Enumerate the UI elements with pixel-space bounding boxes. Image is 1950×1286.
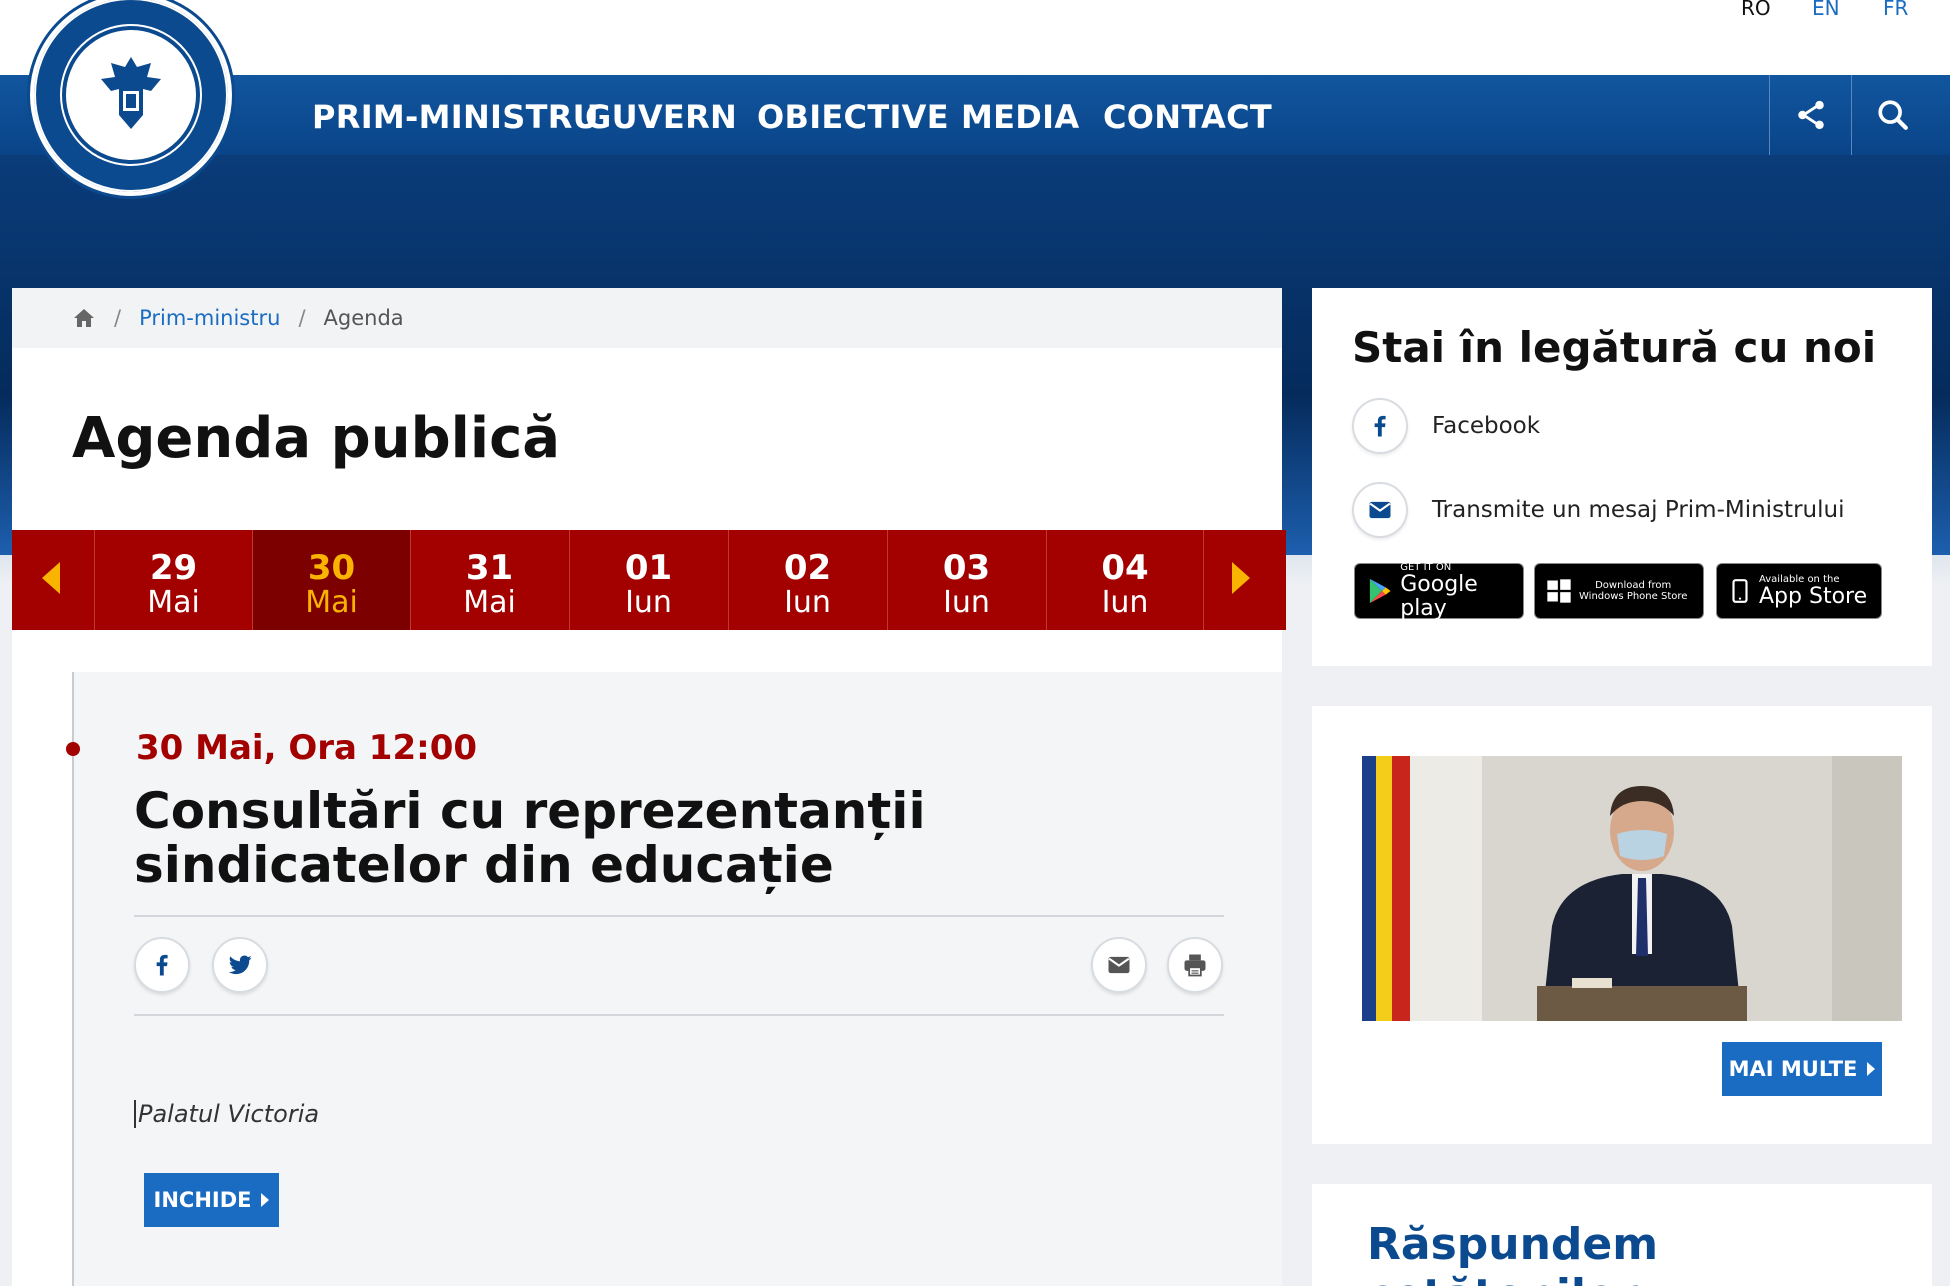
answer-citizens-card: Răspundem cetățenilor xyxy=(1312,1184,1932,1286)
lang-fr[interactable]: FR xyxy=(1883,0,1908,20)
date-04-iun[interactable]: 04 Iun xyxy=(1046,530,1204,630)
message-pm-link[interactable]: Transmite un mesaj Prim-Ministrului xyxy=(1352,482,1844,538)
government-logo[interactable] xyxy=(30,0,232,196)
date-month: Iun xyxy=(625,585,672,620)
connect-title: Stai în legătură cu noi xyxy=(1352,323,1877,372)
logo-eagle xyxy=(66,30,196,160)
prime-minister-photo[interactable] xyxy=(1362,756,1902,1021)
windows-store-big: Windows Phone Store xyxy=(1579,591,1688,602)
eagle-icon xyxy=(101,57,161,129)
date-day: 01 xyxy=(624,548,673,588)
date-02-iun[interactable]: 02 Iun xyxy=(728,530,886,630)
chevron-right-icon xyxy=(1867,1062,1876,1076)
facebook-icon xyxy=(156,954,168,976)
connect-card: Stai în legătură cu noi Facebook Transmi… xyxy=(1312,288,1932,666)
nav-media[interactable]: MEDIA xyxy=(961,98,1079,136)
chevron-right-icon xyxy=(261,1193,270,1207)
date-day: 02 xyxy=(783,548,832,588)
share-twitter-button[interactable] xyxy=(212,937,268,993)
lang-ro[interactable]: RO xyxy=(1741,0,1771,20)
google-play-small: GET IT ON xyxy=(1400,561,1452,573)
main-nav: PRIM-MINISTRU GUVERN OBIECTIVE MEDIA CON… xyxy=(0,75,1950,155)
phone-icon xyxy=(1732,579,1748,603)
next-dates-arrow-icon[interactable] xyxy=(1232,562,1250,594)
print-icon xyxy=(1184,954,1206,977)
prev-dates-arrow-icon[interactable] xyxy=(42,562,60,594)
timeline-dot xyxy=(66,742,80,756)
close-button[interactable]: INCHIDE xyxy=(144,1173,279,1227)
breadcrumb-prim-ministru[interactable]: Prim-ministru xyxy=(139,306,280,330)
search-icon xyxy=(1877,100,1908,130)
event-location: Palatul Victoria xyxy=(134,1100,319,1128)
print-button[interactable] xyxy=(1167,937,1223,993)
photo-card: MAI MULTE xyxy=(1312,706,1932,1144)
date-03-iun[interactable]: 03 Iun xyxy=(887,530,1045,630)
date-30-mai[interactable]: 30 Mai xyxy=(252,530,410,630)
divider xyxy=(134,1014,1224,1016)
date-month: Iun xyxy=(1101,585,1149,620)
date-day: 04 xyxy=(1101,548,1149,588)
breadcrumb-agenda: Agenda xyxy=(323,306,404,330)
breadcrumb-separator: / xyxy=(114,306,122,330)
windows-store-badge[interactable]: Download from Windows Phone Store xyxy=(1534,563,1704,619)
page-title: Agenda publică xyxy=(72,406,561,471)
share-email-button[interactable] xyxy=(1091,937,1147,993)
google-play-icon xyxy=(1369,578,1391,604)
date-day: 31 xyxy=(465,548,514,588)
share-facebook-button[interactable] xyxy=(134,937,190,993)
search-button[interactable] xyxy=(1851,75,1933,155)
more-button-label: MAI MULTE xyxy=(1728,1057,1858,1081)
app-store-badge[interactable]: Available on the App Store xyxy=(1716,563,1882,619)
date-month: Mai xyxy=(305,585,358,620)
email-icon xyxy=(1108,956,1130,974)
nav-guvern[interactable]: GUVERN xyxy=(585,98,737,136)
twitter-icon xyxy=(228,955,252,975)
breadcrumb: / Prim-ministru / Agenda xyxy=(12,288,1282,348)
date-01-iun[interactable]: 01 Iun xyxy=(569,530,727,630)
app-store-small: Available on the xyxy=(1759,573,1840,585)
nav-prim-ministru[interactable]: PRIM-MINISTRU xyxy=(312,98,599,136)
event-time: 30 Mai, Ora 12:00 xyxy=(136,728,478,768)
close-button-label: INCHIDE xyxy=(153,1188,252,1212)
breadcrumb-separator: / xyxy=(298,306,306,330)
date-day: 29 xyxy=(149,548,198,588)
more-button[interactable]: MAI MULTE xyxy=(1722,1042,1882,1096)
windows-icon xyxy=(1547,579,1571,603)
date-month: Iun xyxy=(784,585,831,620)
share-button[interactable] xyxy=(1769,75,1851,155)
google-play-big: Google play xyxy=(1400,571,1478,621)
home-icon[interactable] xyxy=(72,306,96,330)
answer-citizens-title[interactable]: Răspundem cetățenilor xyxy=(1367,1219,1932,1286)
app-store-big: App Store xyxy=(1759,583,1868,609)
facebook-link[interactable]: Facebook xyxy=(1352,398,1540,454)
divider xyxy=(134,915,1224,917)
facebook-label: Facebook xyxy=(1432,413,1541,439)
google-play-badge[interactable]: GET IT ON Google play xyxy=(1354,561,1524,621)
photo-image xyxy=(1362,756,1902,1021)
nav-obiective[interactable]: OBIECTIVE xyxy=(757,98,949,136)
date-29-mai[interactable]: 29 Mai xyxy=(94,530,252,630)
date-month: Mai xyxy=(147,585,200,620)
date-month: Mai xyxy=(463,585,516,620)
envelope-icon xyxy=(1352,482,1408,538)
nav-contact[interactable]: CONTACT xyxy=(1103,98,1272,136)
windows-store-small: Download from xyxy=(1595,580,1672,591)
facebook-icon xyxy=(1352,398,1408,454)
event-title: Consultări cu reprezentanții sindicatelo… xyxy=(134,782,926,894)
date-strip: 29 Mai 30 Mai 31 Mai 01 Iun 02 Iun 03 Iu… xyxy=(12,530,1286,630)
lang-en[interactable]: EN xyxy=(1812,0,1840,20)
date-day: 03 xyxy=(942,548,991,588)
share-icon xyxy=(1797,100,1824,130)
date-month: Iun xyxy=(943,585,990,620)
message-pm-label: Transmite un mesaj Prim-Ministrului xyxy=(1432,497,1845,523)
date-31-mai[interactable]: 31 Mai xyxy=(410,530,568,630)
date-day: 30 xyxy=(307,548,356,588)
top-bar: RO EN FR xyxy=(0,0,1950,75)
